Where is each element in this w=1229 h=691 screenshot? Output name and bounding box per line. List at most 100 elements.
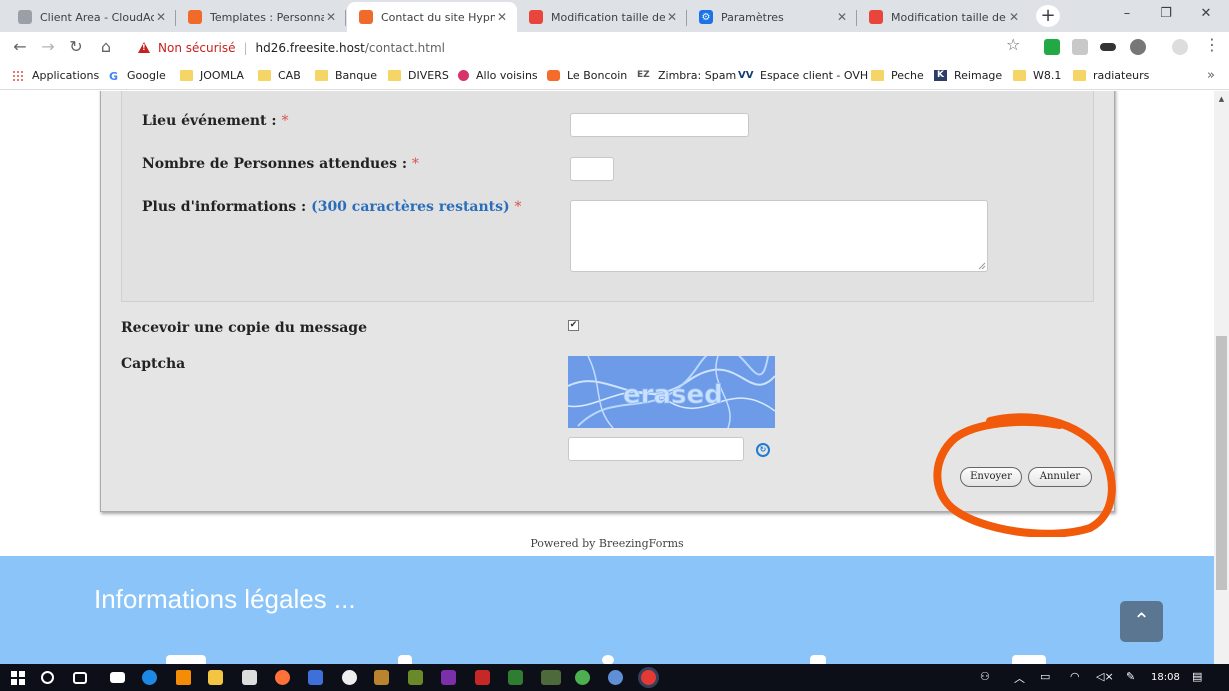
extension-check-icon[interactable] bbox=[1044, 39, 1060, 55]
required-mark: * bbox=[514, 199, 522, 215]
tab-title: Client Area - CloudAcce bbox=[40, 10, 154, 24]
firefox-icon[interactable] bbox=[275, 670, 290, 685]
powered-by: Powered by BreezingForms bbox=[530, 537, 684, 550]
captcha-refresh-icon[interactable]: ↻ bbox=[756, 443, 770, 457]
lieu-input[interactable] bbox=[570, 113, 749, 137]
close-tab-icon[interactable]: ✕ bbox=[495, 10, 509, 24]
bookmark-w81[interactable]: W8.1 bbox=[1013, 69, 1061, 82]
onenote-icon[interactable] bbox=[441, 670, 456, 685]
extension-glasses-icon[interactable] bbox=[1100, 43, 1116, 51]
back-icon[interactable]: ← bbox=[10, 38, 30, 56]
address-bar[interactable]: Non sécurisé | hd26.freesite.host/contac… bbox=[128, 35, 1030, 60]
bookmark-divers[interactable]: DIVERS bbox=[388, 69, 449, 82]
copie-label: Recevoir une copie du message bbox=[121, 320, 367, 336]
browser-menu-icon[interactable]: ⋮ bbox=[1204, 37, 1220, 53]
bookmark-reimage[interactable]: K Reimage bbox=[934, 69, 1002, 82]
battery-icon[interactable]: ▭ bbox=[1040, 670, 1050, 683]
captcha-text: erased bbox=[623, 380, 723, 410]
tab-client-area[interactable]: Client Area - CloudAcce ✕ bbox=[6, 2, 176, 32]
chrome-icon[interactable] bbox=[575, 670, 590, 685]
excel-icon[interactable] bbox=[508, 670, 523, 685]
resize-handle-icon[interactable] bbox=[978, 262, 986, 270]
captcha-input[interactable] bbox=[568, 437, 744, 461]
edge-icon[interactable] bbox=[142, 670, 157, 685]
bookmark-applications[interactable]: Applications bbox=[12, 69, 99, 82]
annuler-button[interactable]: Annuler bbox=[1028, 467, 1092, 487]
vlc-icon[interactable] bbox=[176, 670, 191, 685]
vertical-scrollbar[interactable]: ▲ bbox=[1214, 91, 1229, 664]
windows-taskbar: ⚇ ︿ ▭ ◠ ◁× ✎ 18:08 ▤ bbox=[0, 664, 1229, 691]
bookmark-star-icon[interactable]: ☆ bbox=[1006, 35, 1020, 54]
bookmark-leboncoin[interactable]: Le Boncoin bbox=[547, 69, 627, 82]
store-icon[interactable] bbox=[242, 670, 257, 685]
personnes-input[interactable] bbox=[570, 157, 614, 181]
new-tab-button[interactable]: + bbox=[1036, 5, 1060, 27]
wifi-icon[interactable]: ◠ bbox=[1070, 670, 1080, 683]
envoyer-button[interactable]: Envoyer bbox=[960, 467, 1022, 487]
app-tools-icon[interactable] bbox=[374, 670, 389, 685]
leboncoin-icon bbox=[547, 70, 560, 81]
bookmark-banque[interactable]: Banque bbox=[315, 69, 377, 82]
file-explorer-icon[interactable] bbox=[208, 670, 223, 685]
pen-icon[interactable]: ✎ bbox=[1126, 670, 1135, 683]
profile-avatar-icon[interactable] bbox=[1172, 39, 1188, 55]
tab-contact[interactable]: Contact du site Hypno ✕ bbox=[347, 2, 517, 32]
folder-icon bbox=[1013, 70, 1026, 81]
infos-textarea[interactable] bbox=[570, 200, 988, 272]
chrome-profile-icon[interactable] bbox=[608, 670, 623, 685]
extension-ghost-icon[interactable] bbox=[1130, 39, 1146, 55]
bookmark-radiateurs[interactable]: radiateurs bbox=[1073, 69, 1149, 82]
close-tab-icon[interactable]: ✕ bbox=[1007, 10, 1021, 24]
cortana-icon[interactable] bbox=[41, 671, 54, 684]
footer-icon-stub bbox=[1012, 655, 1046, 664]
close-tab-icon[interactable]: ✕ bbox=[154, 10, 168, 24]
notifications-icon[interactable]: ▤ bbox=[1192, 670, 1202, 683]
extension-gray-icon[interactable] bbox=[1072, 39, 1088, 55]
home-icon[interactable]: ⌂ bbox=[96, 38, 116, 56]
volume-muted-icon[interactable]: ◁× bbox=[1096, 670, 1114, 683]
infos-label-text: Plus d'informations : bbox=[142, 199, 307, 215]
bookmark-google[interactable]: G Google bbox=[109, 69, 166, 83]
reload-icon[interactable]: ↻ bbox=[66, 38, 86, 56]
infos-label: Plus d'informations : (300 caractères re… bbox=[142, 199, 522, 215]
lieu-label: Lieu événement : * bbox=[142, 113, 288, 129]
bookmark-joomla[interactable]: JOOMLA bbox=[180, 69, 244, 82]
scrollbar-thumb[interactable] bbox=[1216, 336, 1227, 590]
filezilla-icon[interactable] bbox=[475, 670, 490, 685]
close-tab-icon[interactable]: ✕ bbox=[665, 10, 679, 24]
scroll-up-arrow-icon[interactable]: ▲ bbox=[1214, 95, 1229, 103]
close-tab-icon[interactable]: ✕ bbox=[835, 10, 849, 24]
close-tab-icon[interactable]: ✕ bbox=[324, 10, 338, 24]
app-blue-icon[interactable] bbox=[308, 670, 323, 685]
windows-start-icon[interactable] bbox=[11, 671, 25, 685]
bookmark-zimbra[interactable]: EZ Zimbra: Spam bbox=[637, 69, 736, 82]
tray-expand-icon[interactable]: ︿ bbox=[1014, 670, 1025, 686]
bookmark-allo-voisins[interactable]: Allo voisins bbox=[458, 69, 538, 82]
bookmarks-bar: Applications G Google JOOMLA CAB Banque … bbox=[0, 62, 1229, 90]
tab-parametres[interactable]: ⚙ Paramètres ✕ bbox=[687, 2, 857, 32]
copie-checkbox[interactable]: ✔ bbox=[568, 320, 579, 331]
tab-modification-2[interactable]: Modification taille de c ✕ bbox=[857, 2, 1029, 32]
notepad-icon[interactable] bbox=[408, 670, 423, 685]
app-game-icon[interactable] bbox=[541, 670, 561, 685]
mail-icon[interactable] bbox=[110, 672, 125, 683]
bookmark-peche[interactable]: Peche bbox=[871, 69, 924, 82]
bookmark-label: Google bbox=[127, 69, 166, 82]
bookmark-ovh[interactable]: VV Espace client - OVH bbox=[738, 69, 868, 82]
close-window-button[interactable]: ✕ bbox=[1183, 6, 1229, 21]
app-circle-icon[interactable] bbox=[342, 670, 357, 685]
chrome-active-icon[interactable] bbox=[641, 670, 656, 685]
bookmark-label: Banque bbox=[335, 69, 377, 82]
clock[interactable]: 18:08 bbox=[1151, 672, 1180, 683]
tab-modification-1[interactable]: Modification taille de c ✕ bbox=[517, 2, 687, 32]
bookmark-cab[interactable]: CAB bbox=[258, 69, 301, 82]
people-icon[interactable]: ⚇ bbox=[980, 670, 990, 683]
forward-icon[interactable]: → bbox=[38, 38, 58, 56]
scroll-to-top-button[interactable]: ⌃ bbox=[1120, 601, 1163, 642]
bookmarks-more-icon[interactable]: » bbox=[1207, 68, 1215, 83]
tab-templates[interactable]: Templates : Personnalis ✕ bbox=[176, 2, 346, 32]
task-view-icon[interactable] bbox=[73, 672, 87, 684]
tab-title: Templates : Personnalis bbox=[210, 10, 324, 24]
ovh-icon: VV bbox=[738, 70, 754, 81]
tab-title: Paramètres bbox=[721, 10, 784, 24]
